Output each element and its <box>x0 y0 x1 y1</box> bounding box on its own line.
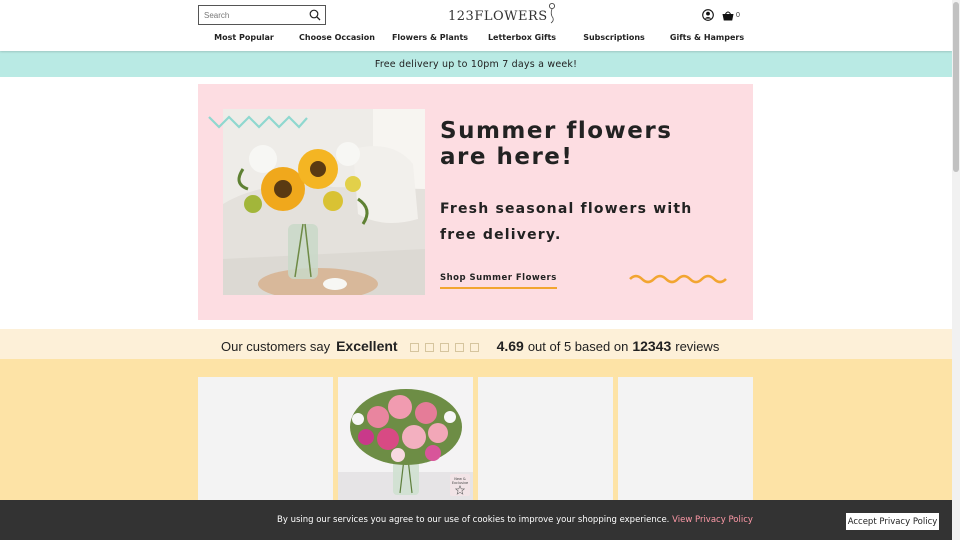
flower-logo-icon <box>548 2 555 24</box>
nav-gifts-hampers[interactable]: Gifts & Hampers <box>670 33 744 42</box>
account-icon[interactable] <box>702 9 714 21</box>
main-nav: Most Popular Choose Occasion Flowers & P… <box>198 33 753 47</box>
star-icon <box>439 342 449 352</box>
reviews-mid-text: out of 5 based on <box>527 339 629 354</box>
search-icon[interactable] <box>309 9 321 21</box>
search-input[interactable] <box>199 6 303 24</box>
hero-title: Summer flowers are here! <box>440 118 673 170</box>
basket-button[interactable]: 0 <box>722 9 740 21</box>
wave-decoration-icon <box>629 274 727 284</box>
hero-banner: Summer flowers are here! Fresh seasonal … <box>198 84 753 320</box>
basket-icon <box>722 10 734 20</box>
cookie-message-text: By using our services you agree to our u… <box>277 515 670 525</box>
logo-text: 123FLOWERS <box>448 9 548 24</box>
star-icon <box>469 342 479 352</box>
zigzag-decoration-icon <box>208 115 308 129</box>
product-card[interactable] <box>478 377 613 507</box>
scrollbar-thumb[interactable] <box>953 2 959 172</box>
product-card[interactable] <box>618 377 753 507</box>
reviews-score: 4.69 <box>496 338 524 354</box>
site-header: 123FLOWERS 0 Most Popular Choose Occasio… <box>0 0 952 51</box>
search-box <box>198 5 326 25</box>
reviews-count: 12343 <box>632 338 672 354</box>
product-card[interactable] <box>198 377 333 507</box>
shop-summer-flowers-link[interactable]: Shop Summer Flowers <box>440 273 557 289</box>
reviews-lead: Our customers say <box>221 339 331 354</box>
nav-flowers-plants[interactable]: Flowers & Plants <box>392 33 468 42</box>
star-icon <box>454 342 464 352</box>
nav-choose-occasion[interactable]: Choose Occasion <box>299 33 375 42</box>
hero-image <box>223 109 425 295</box>
sunflower-bouquet-image <box>223 109 425 295</box>
nav-subscriptions[interactable]: Subscriptions <box>583 33 645 42</box>
promo-text: Free delivery up to 10pm 7 days a week! <box>374 58 578 70</box>
reviews-summary[interactable]: Our customers say Excellent 4.69 out of … <box>221 338 719 356</box>
star-icon <box>409 342 419 352</box>
product-card[interactable]: New & Exclusive <box>338 377 473 507</box>
product-image-placeholder <box>198 377 333 500</box>
star-icon <box>424 342 434 352</box>
reviews-tail-text: reviews <box>675 339 720 354</box>
promo-bar: Free delivery up to 10pm 7 days a week! <box>0 51 952 77</box>
nav-most-popular[interactable]: Most Popular <box>214 33 274 42</box>
product-grid: New & Exclusive <box>198 377 753 507</box>
nav-letterbox-gifts[interactable]: Letterbox Gifts <box>488 33 556 42</box>
star-rating <box>409 342 485 352</box>
product-image-placeholder <box>478 377 613 500</box>
reviews-rating-word: Excellent <box>336 338 398 354</box>
privacy-policy-link[interactable]: View Privacy Policy <box>672 515 753 525</box>
accept-privacy-policy-button[interactable]: Accept Privacy Policy <box>846 513 939 530</box>
cookie-message: By using our services you agree to our u… <box>277 515 753 525</box>
product-image-placeholder <box>618 377 753 500</box>
site-logo[interactable]: 123FLOWERS <box>448 2 556 24</box>
hero-subtitle: Fresh seasonal flowers with free deliver… <box>440 201 693 243</box>
star-icon <box>455 485 465 495</box>
cookie-banner: By using our services you agree to our u… <box>0 500 952 540</box>
reviews-strip: Our customers say Excellent 4.69 out of … <box>0 329 952 359</box>
page-scrollbar[interactable] <box>952 0 960 540</box>
basket-count: 0 <box>736 11 740 19</box>
product-image: New & Exclusive <box>338 377 473 500</box>
new-exclusive-badge: New & Exclusive <box>450 474 470 496</box>
